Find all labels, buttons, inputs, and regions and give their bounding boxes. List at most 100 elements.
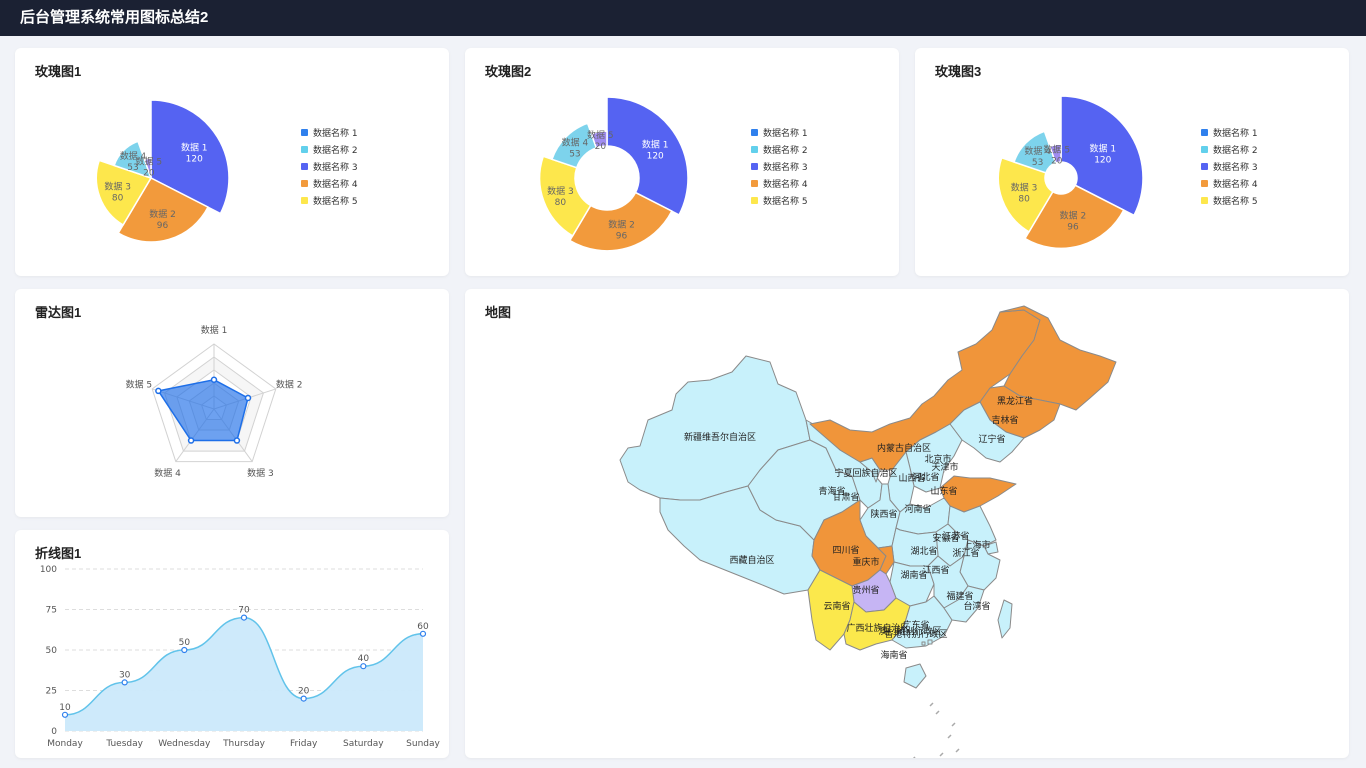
card-title: 折线图1: [35, 546, 82, 561]
line-point: [240, 614, 248, 621]
map-region-label: 天津市: [931, 461, 958, 473]
legend-swatch: [751, 180, 758, 187]
map-island-mark: [951, 722, 956, 727]
legend-item: 数据名称 3: [1213, 161, 1258, 173]
page-title: 后台管理系统常用图标总结2: [20, 9, 209, 26]
map-island-mark: [929, 702, 934, 707]
rose-chart-1-card: 玫瑰图1 数据 1 120 数据 2 96 数据 3 80 数据 4 53 数据 5 20 数据名称…: [15, 48, 449, 276]
map-island-mark: [955, 748, 960, 753]
rose-slice-label: 数据 2: [149, 208, 176, 220]
rose-slice-label: 数据 5: [1043, 144, 1070, 156]
line-data-label: 20: [298, 687, 310, 697]
map-region-label: 西藏自治区: [729, 554, 774, 566]
y-tick-label: 25: [46, 687, 57, 697]
rose-slice-value: 80: [1018, 195, 1030, 205]
legend-swatch: [1201, 180, 1208, 187]
legend-swatch: [751, 197, 758, 204]
legend-swatch: [301, 146, 308, 153]
legend-item: 数据名称 3: [763, 161, 808, 173]
x-tick-label: Wednesday: [158, 739, 211, 749]
map-region-label: 吉林省: [991, 414, 1018, 426]
map-region-label: 浙江省: [952, 547, 979, 559]
map-region-label: 福建省: [946, 590, 973, 602]
rose-slice-label: 数据 5: [136, 155, 163, 167]
x-tick-label: Saturday: [343, 739, 384, 749]
rose-slice-label: 数据 4: [562, 136, 589, 148]
radar-chart-card: 雷达图1 数据 1 数据 2 数据 3 数据 4 数据 5: [15, 289, 449, 517]
radar-axis-label: 数据 3: [247, 467, 274, 479]
x-tick-label: Thursday: [222, 739, 266, 749]
rose-slice-value: 20: [1051, 157, 1063, 167]
legend-item: 数据名称 2: [763, 144, 808, 156]
legend-item: 数据名称 1: [1213, 127, 1258, 139]
radar-point: [187, 437, 195, 444]
rose-chart-2[interactable]: 数据 1120 数据 296 数据 380 数据 453 数据 520 数据名称 1 数据名…: [465, 48, 899, 276]
top-bar: 后台管理系统常用图标总结2: [0, 0, 1366, 36]
rose-slice-label: 数据 1: [181, 142, 208, 154]
card-title: 地图: [485, 305, 512, 320]
map-region-label: 湖北省: [910, 545, 937, 557]
legend-item: 数据名称 1: [763, 127, 808, 139]
legend-swatch: [751, 129, 758, 136]
map-region-label: 云南省: [823, 600, 850, 612]
rose-chart-3-card: 玫瑰图3 数据 1 120 数据 2 96 数据 3 80 数据 4 53 数据 5 20 数据名称…: [915, 48, 1349, 276]
radar-chart[interactable]: 数据 1 数据 2 数据 3 数据 4 数据 5: [15, 289, 449, 517]
rose-slice-label: 数据 5: [587, 129, 614, 141]
legend-item: 数据名称 5: [1213, 195, 1258, 207]
map-region-label: 辽宁省: [978, 433, 1005, 445]
radar-axis-label: 数据 4: [154, 467, 181, 479]
map-region-label: 内蒙古自治区: [877, 442, 931, 454]
map-island-mark: [947, 734, 952, 739]
rose-slice-label: 数据 3: [1011, 182, 1038, 194]
rose-chart-1[interactable]: 数据 1120数据 296数据 380数据 453数据 520数据名称 1数据名…: [15, 48, 449, 276]
rose-chart-3[interactable]: 数据 1120数据 296数据 380数据 453数据 520数据名称 1数据名…: [915, 48, 1349, 276]
legend-item: 数据名称 4: [763, 178, 808, 190]
rose-slice-value: 53: [1032, 158, 1043, 168]
rose-slice-label: 数据 1: [642, 139, 669, 151]
radar-point: [233, 437, 241, 444]
radar-axis-label: 数据 1: [201, 324, 228, 336]
map-region: [903, 663, 927, 689]
map-region: [927, 639, 933, 645]
radar-axis-label: 数据 2: [276, 379, 303, 391]
rose-chart-2-card: 玫瑰图2 数据 1 120 数据 2 96 数据 3 80 数据 4 53 数据 5 20 数据名称…: [465, 48, 899, 276]
map-region-label: 陕西省: [870, 508, 897, 520]
radar-axis-label: 数据 5: [126, 379, 153, 391]
legend-item: 数据名称 3: [313, 161, 358, 173]
map-island-mark: [935, 710, 940, 715]
rose-slice-label: 数据 2: [1060, 210, 1087, 222]
rose-slice-value: 96: [616, 231, 628, 241]
map-island-mark: [939, 752, 944, 757]
y-tick-label: 100: [40, 565, 57, 575]
line-chart-card: 折线图1 0 25 50 75 100 10 Monday 30 Tuesday 50 Wednes…: [15, 530, 449, 758]
radar-point: [244, 394, 252, 402]
china-map[interactable]: 新疆维吾尔自治区西藏自治区青海省甘肃省宁夏回族自治区内蒙古自治区黑龙江省吉林省辽…: [465, 289, 1349, 758]
legend-item: 数据名称 5: [763, 195, 808, 207]
line-point: [360, 663, 367, 670]
rose-slice-value: 120: [647, 152, 664, 162]
card-title: 玫瑰图2: [485, 64, 532, 79]
legend-swatch: [301, 180, 308, 187]
x-tick-label: Monday: [47, 739, 83, 749]
y-tick-label: 75: [46, 606, 57, 616]
line-data-label: 50: [179, 638, 191, 648]
map-region-label: 贵州省: [852, 584, 879, 596]
rose-slice-value: 20: [595, 142, 607, 152]
x-tick-label: Tuesday: [105, 739, 143, 749]
rose-slice-label: 数据 3: [547, 185, 574, 197]
line-point: [121, 679, 128, 686]
map-region: [997, 599, 1013, 639]
map-region-label: 山西省: [898, 472, 925, 484]
rose-slice-label: 数据 3: [104, 180, 131, 192]
legend-swatch: [1201, 163, 1208, 170]
map-region-label: 宁夏回族自治区: [834, 467, 897, 479]
map-card: 地图 新疆维吾尔自治区 西藏自治区 青海省 甘肃省 宁夏回族自治区 内蒙古自治区 黑龙江省吉…: [465, 289, 1349, 758]
legend-swatch: [301, 163, 308, 170]
map-region-label: 山东省: [930, 485, 957, 497]
map-region-label: 澳门特别行政区: [878, 625, 941, 637]
map-region-label: 新疆维吾尔自治区: [684, 431, 756, 443]
map-region-label: 江西省: [922, 564, 949, 576]
line-point: [61, 711, 69, 718]
legend-swatch: [1201, 197, 1208, 204]
line-chart[interactable]: 0 25 50 75 100 10 Monday 30 Tuesday 50 Wednesday 70…: [15, 530, 449, 758]
